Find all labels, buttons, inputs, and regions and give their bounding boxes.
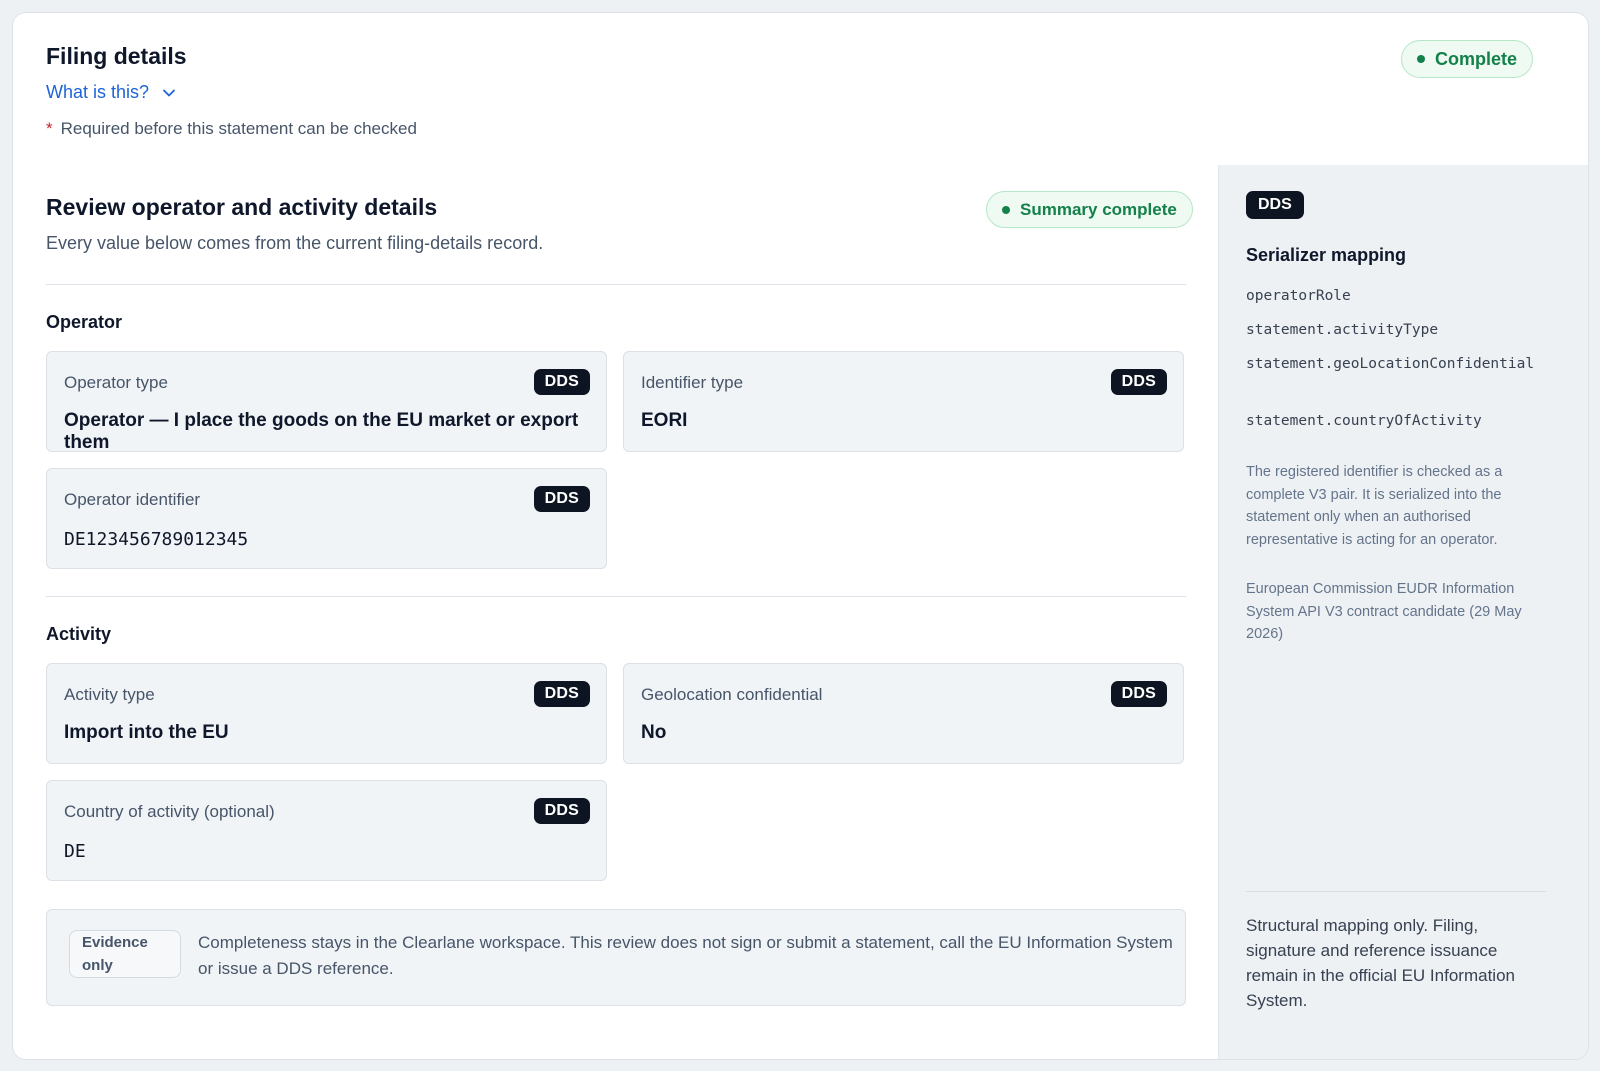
operator-identifier-field: Operator identifier DDS DE12345678901234…	[46, 468, 607, 569]
field-value: Operator — I place the goods on the EU m…	[64, 410, 579, 453]
operator-type-field: Operator type DDS Operator — I place the…	[46, 351, 607, 453]
dds-tag: DDS	[1110, 369, 1167, 395]
divider	[46, 284, 1186, 285]
identifier-type-field: Identifier type DDS EORI	[623, 351, 1184, 452]
dds-tag: DDS	[1246, 191, 1304, 219]
field-label: Operator identifier	[64, 490, 201, 509]
field-label: Operator type	[64, 373, 168, 392]
status-badge-label: Complete	[1435, 48, 1518, 69]
dds-tag: DDS	[533, 369, 590, 395]
chevron-down-icon	[163, 89, 175, 96]
filing-details-header: Filing details What is this? * Required …	[46, 43, 417, 139]
field-label: Geolocation confidential	[641, 685, 823, 704]
mapping-item: statement.geoLocationConfidential	[1246, 356, 1535, 372]
status-badge-complete: Complete	[1401, 40, 1534, 78]
review-subtitle: Every value below comes from the current…	[46, 233, 544, 253]
evidence-only-badge: Evidence only	[69, 930, 181, 978]
what-is-this-link[interactable]: What is this?	[46, 82, 149, 103]
status-dot-icon	[1002, 205, 1010, 214]
field-value: No	[641, 722, 667, 743]
field-value: DE123456789012345	[64, 529, 249, 550]
review-title: Review operator and activity details	[46, 194, 438, 220]
divider	[46, 596, 1186, 597]
field-label: Country of activity (optional)	[64, 802, 275, 821]
dds-tag: DDS	[533, 798, 590, 824]
field-value: Import into the EU	[64, 722, 229, 743]
filing-details-card: Filing details What is this? * Required …	[12, 12, 1589, 1060]
activity-section-title: Activity	[46, 624, 112, 644]
mapping-item: operatorRole	[1246, 288, 1351, 304]
evidence-notice-text: Completeness stays in the Clearlane work…	[198, 933, 1173, 978]
source-citation: European Commission EUDR Information Sys…	[1246, 581, 1522, 642]
what-is-this-toggle[interactable]: What is this?	[46, 82, 417, 103]
required-note-text: Required before this statement can be ch…	[60, 119, 417, 138]
evidence-notice: Evidence only Completeness stays in the …	[46, 909, 1186, 1006]
mapping-item: statement.activityType	[1246, 322, 1439, 338]
divider	[1246, 891, 1546, 892]
operator-section-title: Operator	[46, 312, 123, 332]
summary-status-badge: Summary complete	[986, 191, 1193, 228]
structural-mapping-note: Structural mapping only. Filing, signatu…	[1246, 916, 1515, 1010]
field-label: Identifier type	[641, 373, 744, 392]
field-label: Activity type	[64, 685, 155, 704]
country-of-activity-field: Country of activity (optional) DDS DE	[46, 780, 607, 881]
serializer-note: The registered identifier is checked as …	[1246, 464, 1503, 548]
dds-tag: DDS	[533, 681, 590, 707]
mapping-item: statement.countryOfActivity	[1246, 413, 1482, 429]
field-value: DE	[64, 841, 86, 862]
required-note: * Required before this statement can be …	[46, 119, 417, 139]
summary-status-label: Summary complete	[1020, 199, 1177, 219]
dds-tag: DDS	[1110, 681, 1167, 707]
page-title: Filing details	[46, 43, 187, 69]
required-asterisk: *	[46, 119, 53, 138]
status-dot-icon	[1417, 55, 1425, 63]
geolocation-confidential-field: Geolocation confidential DDS No	[623, 663, 1184, 764]
dds-tag: DDS	[533, 486, 590, 512]
activity-type-field: Activity type DDS Import into the EU	[46, 663, 607, 764]
field-value: EORI	[641, 410, 688, 431]
serializer-mapping-title: Serializer mapping	[1246, 245, 1407, 265]
serializer-mapping-panel: DDS Serializer mapping operatorRole stat…	[1218, 165, 1588, 1059]
